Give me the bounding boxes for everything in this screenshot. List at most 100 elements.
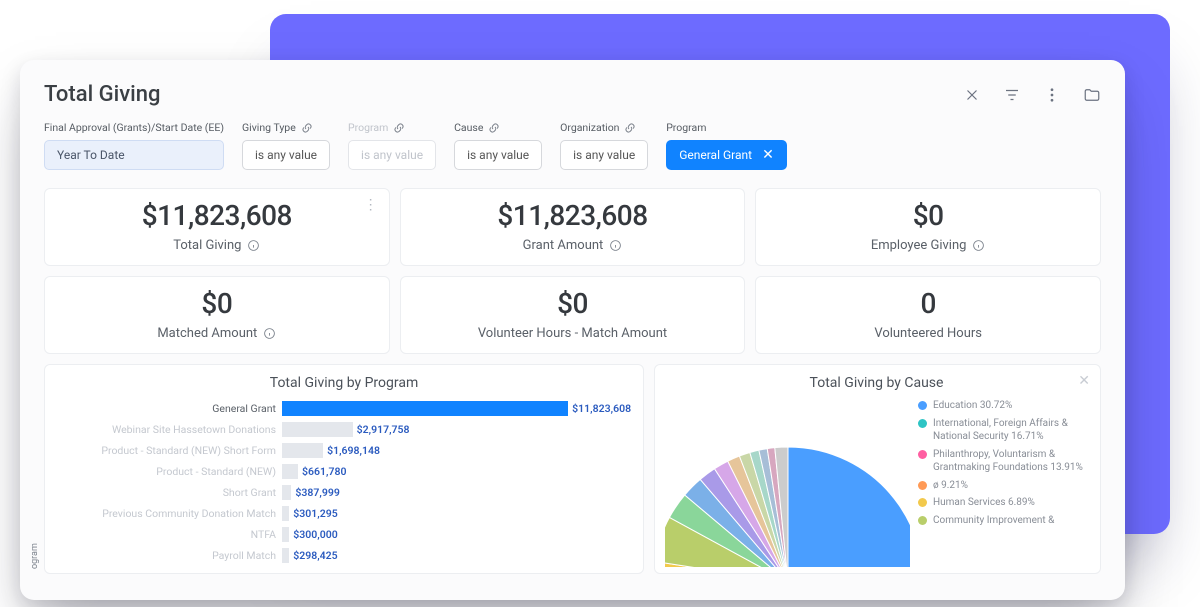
kpi-card: $0Matched Amount <box>44 276 390 354</box>
filter-chip[interactable]: Year To Date <box>44 140 224 170</box>
info-icon[interactable] <box>247 239 260 252</box>
bar-row[interactable]: Product - Standard (NEW) Short Form $1,69… <box>57 441 631 460</box>
kpi-label: Total Giving <box>59 238 375 253</box>
bar-value-label: $661,780 <box>298 464 346 479</box>
bar-value-label: $11,823,608 <box>568 401 631 416</box>
bar-fill <box>282 422 353 437</box>
bar-row[interactable]: Payroll Match $298,425 <box>57 546 631 565</box>
bar-fill <box>282 506 289 521</box>
filter-label: Giving Type <box>242 121 330 134</box>
link-icon <box>488 122 500 134</box>
pie-chart-legend: Education 30.72% International, Foreign A… <box>918 399 1088 567</box>
bar-chart-card: Total Giving by Program ogram General Gr… <box>44 364 644 574</box>
info-icon[interactable] <box>263 327 276 340</box>
link-icon <box>301 122 313 134</box>
bar-value-label: $2,917,758 <box>353 422 410 437</box>
link-icon <box>393 122 405 134</box>
bar-fill <box>282 401 568 416</box>
kpi-label: Volunteer Hours - Match Amount <box>415 326 731 341</box>
filter-program: ProgramGeneral Grant✕ <box>666 121 787 170</box>
folder-icon[interactable] <box>1083 86 1101 104</box>
legend-item[interactable]: Philanthropy, Voluntarism & Grantmaking … <box>918 448 1088 475</box>
legend-swatch <box>918 419 927 428</box>
filter-label: Final Approval (Grants)/Start Date (EE) <box>44 121 224 134</box>
kpi-value: $0 <box>415 287 731 320</box>
bar-chart-body: ogram General Grant$11,823,608Webinar Si… <box>57 399 631 565</box>
pie-chart-body <box>665 399 910 567</box>
bar-chart-title: Total Giving by Program <box>57 375 631 391</box>
kpi-value: $11,823,608 <box>59 199 375 232</box>
pie-slice[interactable] <box>788 447 911 567</box>
kpi-card: ⋮$11,823,608 Total Giving <box>44 188 390 266</box>
bar-category-label: NTFA <box>57 528 282 541</box>
kpi-card: $11,823,608 Grant Amount <box>400 188 746 266</box>
legend-label: Human Services 6.89% <box>933 496 1035 510</box>
bar-row[interactable]: Webinar Site Hassetown Donations $2,917,7… <box>57 420 631 439</box>
legend-item[interactable]: Human Services 6.89% <box>918 496 1088 510</box>
legend-label: Community Improvement & <box>933 514 1054 528</box>
bar-row[interactable]: Short Grant $387,999 <box>57 483 631 502</box>
filter-final-approval-grants-start-date-ee: Final Approval (Grants)/Start Date (EE) Y… <box>44 121 224 170</box>
info-icon[interactable] <box>609 239 622 252</box>
kpi-label: Volunteered Hours <box>770 326 1086 341</box>
kpi-card: $0Employee Giving <box>755 188 1101 266</box>
filter-chip[interactable]: is any value <box>454 140 542 170</box>
dashboard-panel: Total Giving Final Approval (Grants)/Sta… <box>20 60 1125 600</box>
kpi-label: Matched Amount <box>59 326 375 341</box>
close-icon[interactable] <box>963 86 981 104</box>
filter-icon[interactable] <box>1003 86 1021 104</box>
bar-category-label: Webinar Site Hassetown Donations <box>57 423 282 436</box>
bar-row[interactable]: Previous Community Donation Match$301,29… <box>57 504 631 523</box>
kpi-value: $11,823,608 <box>415 199 731 232</box>
bar-row[interactable]: NTFA$300,000 <box>57 525 631 544</box>
bar-category-label: Short Grant <box>57 486 282 499</box>
kebab-icon[interactable] <box>1043 86 1061 104</box>
bar-category-label: Product - Standard (NEW) Short Form <box>57 444 282 457</box>
legend-item[interactable]: Community Improvement & <box>918 514 1088 528</box>
kpi-label: Grant Amount <box>415 238 731 253</box>
kpi-row-2: $0Matched Amount $0 Volunteer Hours - Matc… <box>44 276 1101 354</box>
bar-track: $301,295 <box>282 506 631 521</box>
pie-chart-card: Total Giving by Cause ✕ Education 30.72%… <box>654 364 1101 574</box>
bar-fill <box>282 548 289 563</box>
kpi-card: $0 Volunteer Hours - Match Amount <box>400 276 746 354</box>
bar-track: $661,780 <box>282 464 631 479</box>
filter-cause: Causeis any value <box>454 121 542 170</box>
bar-value-label: $298,425 <box>289 548 337 563</box>
legend-label: ø 9.21% <box>933 479 968 493</box>
bar-row[interactable]: General Grant$11,823,608 <box>57 399 631 418</box>
filter-label: Program <box>348 121 436 134</box>
header: Total Giving <box>44 82 1101 107</box>
filter-label: Organization <box>560 121 648 134</box>
bar-fill <box>282 443 323 458</box>
bar-category-label: Payroll Match <box>57 549 282 562</box>
legend-item[interactable]: ø 9.21% <box>918 479 1088 493</box>
kpi-card: 0Volunteered Hours <box>755 276 1101 354</box>
filter-bar: Final Approval (Grants)/Start Date (EE) Y… <box>44 121 1101 170</box>
bar-category-label: Previous Community Donation Match <box>57 507 282 520</box>
bar-chart-axis-label: ogram <box>30 543 40 569</box>
filter-program: Program is any value <box>348 121 436 170</box>
legend-label: Education 30.72% <box>933 399 1012 413</box>
bar-value-label: $1,698,148 <box>323 443 380 458</box>
legend-item[interactable]: International, Foreign Affairs & Nationa… <box>918 417 1088 444</box>
legend-swatch <box>918 516 927 525</box>
legend-item[interactable]: Education 30.72% <box>918 399 1088 413</box>
filter-chip[interactable]: is any value <box>242 140 330 170</box>
bar-fill <box>282 464 298 479</box>
bar-track: $2,917,758 <box>282 422 631 437</box>
bar-value-label: $387,999 <box>291 485 339 500</box>
kpi-value: $0 <box>770 199 1086 232</box>
filter-chip[interactable]: General Grant✕ <box>666 140 787 170</box>
legend-swatch <box>918 401 927 410</box>
filter-chip[interactable]: is any value <box>348 140 436 170</box>
kebab-icon[interactable]: ⋮ <box>364 197 379 213</box>
info-icon[interactable] <box>972 239 985 252</box>
legend-label: International, Foreign Affairs & Nationa… <box>933 417 1088 444</box>
filter-chip[interactable]: is any value <box>560 140 648 170</box>
close-icon[interactable]: ✕ <box>1078 373 1090 389</box>
bar-row[interactable]: Product - Standard (NEW) $661,780 <box>57 462 631 481</box>
bar-category-label: Product - Standard (NEW) <box>57 465 282 478</box>
filter-organization: Organization is any value <box>560 121 648 170</box>
remove-filter-icon[interactable]: ✕ <box>762 148 774 162</box>
